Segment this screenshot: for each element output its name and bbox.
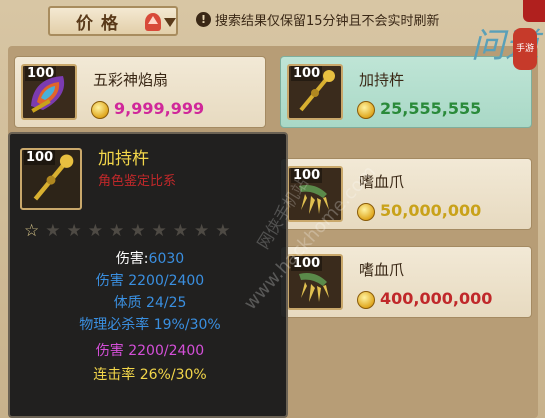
dropdown-arrow-icon[interactable] bbox=[164, 18, 176, 27]
stat-line: 伤害 2200/2400 bbox=[95, 343, 205, 359]
list-item[interactable]: 100 嗜血爪 400,000,000 bbox=[280, 246, 532, 318]
star-icon: ★ bbox=[87, 221, 103, 241]
tooltip-subtitle: 角色鉴定比系 bbox=[98, 174, 177, 189]
sort-label: 价格 bbox=[76, 13, 126, 34]
stat-line: 伤害 2200/2400 bbox=[95, 273, 205, 289]
stat-value: 6030 bbox=[148, 251, 185, 267]
sort-ascending-icon bbox=[145, 13, 161, 31]
star-rating: ☆ ★ ★ ★ ★ ★ ★ ★ ★ ★ bbox=[24, 222, 284, 240]
item-tooltip: 100 加持杵 角色鉴定比系 ☆ ★ ★ ★ ★ ★ ★ ★ ★ ★ 伤害:60… bbox=[8, 132, 288, 418]
pestle-icon bbox=[299, 70, 335, 112]
list-item[interactable]: 100 嗜血爪 50,000,000 bbox=[280, 158, 532, 230]
sort-price-button[interactable]: 价格 bbox=[48, 6, 178, 36]
star-icon: ★ bbox=[172, 221, 188, 241]
list-item[interactable]: 100 五彩神焰扇 9,999,999 bbox=[14, 56, 266, 128]
header-bar: 价格 ! 搜索结果仅保留15分钟且不会实时刷新 bbox=[0, 0, 545, 44]
item-price: 400,000,000 bbox=[380, 289, 493, 308]
game-screen: 价格 ! 搜索结果仅保留15分钟且不会实时刷新 100 五彩神焰扇 9,999,… bbox=[0, 0, 545, 418]
item-icon-box: 100 bbox=[287, 64, 343, 120]
item-name: 嗜血爪 bbox=[359, 261, 405, 279]
stat-line: 物理必杀率 19%/30% bbox=[79, 317, 221, 333]
stat-line-damage: 伤害:6030 bbox=[10, 248, 290, 268]
star-icon: ★ bbox=[194, 221, 210, 241]
item-name: 加持杵 bbox=[359, 71, 405, 89]
coin-icon bbox=[357, 101, 375, 119]
item-name: 五彩神焰扇 bbox=[93, 71, 169, 89]
search-notice: ! 搜索结果仅保留15分钟且不会实时刷新 bbox=[196, 10, 440, 29]
coin-icon bbox=[91, 101, 109, 119]
tooltip-item-icon-box: 100 bbox=[20, 148, 82, 210]
stat-label: 伤害: bbox=[115, 251, 149, 267]
star-icon: ★ bbox=[130, 221, 146, 241]
star-icon: ★ bbox=[151, 221, 167, 241]
info-icon: ! bbox=[196, 12, 211, 27]
notice-text: 搜索结果仅保留15分钟且不会实时刷新 bbox=[215, 14, 440, 29]
item-icon-box: 100 bbox=[21, 64, 77, 120]
claw-icon bbox=[299, 185, 329, 214]
item-icon-box: 100 bbox=[287, 254, 343, 310]
stat-line: 体质 24/25 bbox=[113, 295, 187, 311]
coin-icon bbox=[357, 291, 375, 309]
star-icon: ★ bbox=[109, 221, 125, 241]
corner-badge bbox=[523, 0, 545, 22]
star-icon: ★ bbox=[45, 221, 61, 241]
item-price: 25,555,555 bbox=[380, 99, 482, 118]
item-name: 嗜血爪 bbox=[359, 173, 405, 191]
game-logo: 问道 手游 bbox=[471, 26, 539, 116]
stat-line: 连击率 26%/30% bbox=[93, 367, 207, 383]
item-icon-box: 100 bbox=[287, 166, 343, 222]
item-price: 50,000,000 bbox=[380, 201, 482, 220]
claw-icon bbox=[299, 273, 329, 302]
tooltip-item-name: 加持杵 bbox=[98, 149, 149, 169]
logo-tag: 手游 bbox=[512, 28, 537, 70]
coin-icon bbox=[357, 203, 375, 221]
pestle-icon bbox=[33, 154, 74, 201]
star-icon: ★ bbox=[66, 221, 82, 241]
item-price: 9,999,999 bbox=[114, 99, 205, 118]
star-icon: ☆ bbox=[24, 221, 40, 241]
fan-icon bbox=[31, 76, 65, 113]
star-icon: ★ bbox=[215, 221, 231, 241]
